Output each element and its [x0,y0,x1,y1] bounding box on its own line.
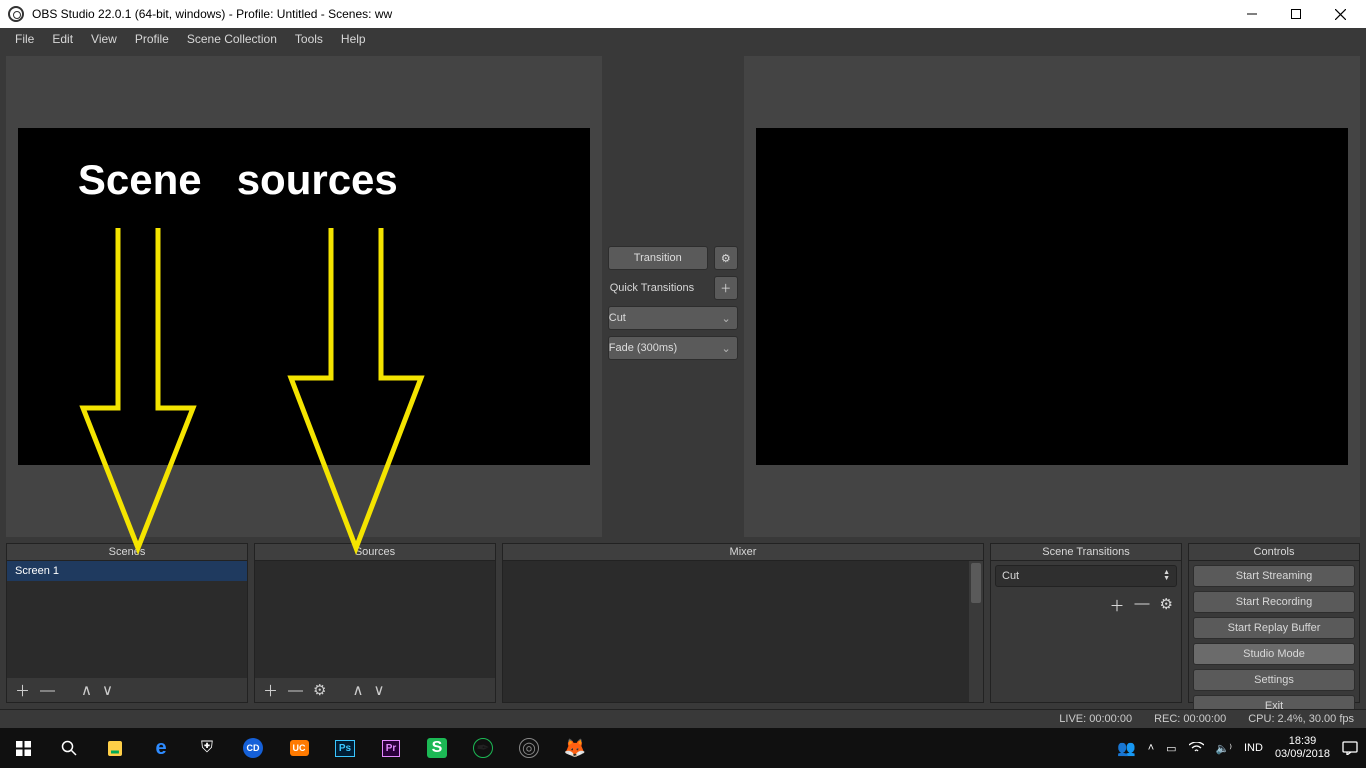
dock-scenes-title: Scenes [7,544,247,561]
sources-list[interactable] [255,561,495,678]
transition-props-button[interactable]: ⚙ [1160,595,1173,616]
scenes-toolbar: ＋ — ∧ ∨ [7,678,247,702]
scenes-list[interactable]: Screen 1 [7,561,247,678]
app-body: Scene sources Transition [0,50,1366,728]
dock-transitions-title: Scene Transitions [991,544,1181,561]
tray-people-icon[interactable]: 👥 [1117,739,1136,757]
plus-icon: ＋ [720,280,731,296]
menu-scene-collection[interactable]: Scene Collection [178,29,286,49]
taskbar-app-uc-icon[interactable]: UC [276,728,322,768]
spinner-icon: ▲▼ [1163,570,1170,582]
settings-button[interactable]: Settings [1193,669,1355,691]
obs-logo-icon [8,6,24,22]
start-recording-button[interactable]: Start Recording [1193,591,1355,613]
start-streaming-button[interactable]: Start Streaming [1193,565,1355,587]
gear-icon: ⚙ [721,252,731,265]
tray-action-center-icon[interactable] [1342,741,1358,755]
quick-transitions-label: Quick Transitions [608,282,708,294]
search-button[interactable] [46,728,92,768]
chevron-down-icon: ⌄ [722,312,731,325]
sources-toolbar: ＋ — ⚙ ∧ ∨ [255,678,495,702]
dock-scene-transitions: Scene Transitions Cut ▲▼ ＋ — ⚙ [990,543,1182,703]
maximize-button[interactable] [1274,0,1318,28]
taskbar-explorer-icon[interactable]: ▂ [92,728,138,768]
menu-file[interactable]: File [6,29,43,49]
transition-column: Transition ⚙ Quick Transitions ＋ Cut⌄ Fa… [608,56,738,537]
dock-mixer-title: Mixer [503,544,983,561]
close-button[interactable] [1318,0,1362,28]
preview-program-canvas[interactable] [756,128,1348,465]
window-titlebar: OBS Studio 22.0.1 (64-bit, windows) - Pr… [0,0,1366,28]
status-rec: REC: 00:00:00 [1154,713,1226,725]
overlay-scene-label: Scene sources [78,156,398,204]
scene-item[interactable]: Screen 1 [7,561,247,581]
start-button[interactable] [0,728,46,768]
transitions-toolbar: ＋ — ⚙ [991,591,1181,620]
preview-edit-pane[interactable]: Scene sources [6,56,602,537]
taskbar-defender-icon[interactable]: ⛨ [184,728,230,768]
dock-sources: Sources ＋ — ⚙ ∧ ∨ [254,543,496,703]
tray-wifi-icon[interactable] [1189,742,1204,754]
move-source-up-button[interactable]: ∧ [352,681,363,699]
status-cpu: CPU: 2.4%, 30.00 fps [1248,713,1354,725]
menu-profile[interactable]: Profile [126,29,178,49]
transition-settings-button[interactable]: ⚙ [714,246,738,270]
start-replay-buffer-button[interactable]: Start Replay Buffer [1193,617,1355,639]
tray-volume-icon[interactable]: 🔈⁾ [1216,742,1232,755]
dock-row: Scenes Screen 1 ＋ — ∧ ∨ Sources ＋ — ⚙ ∧ … [0,543,1366,709]
remove-source-button[interactable]: — [288,682,303,699]
window-title: OBS Studio 22.0.1 (64-bit, windows) - Pr… [32,7,1230,21]
taskbar-obs-icon[interactable]: ◎ [506,728,552,768]
windows-taskbar: ▂ e ⛨ CD UC Ps Pr S ✒ ◎ 🦊 👥 ˄ ▭ 🔈⁾ IND 1… [0,728,1366,768]
system-tray: 👥 ˄ ▭ 🔈⁾ IND 18:39 03/09/2018 [1117,735,1366,761]
minimize-button[interactable] [1230,0,1274,28]
preview-program-pane[interactable] [744,56,1360,537]
move-scene-up-button[interactable]: ∧ [81,681,92,699]
add-transition-button[interactable]: ＋ [1110,595,1125,616]
add-scene-button[interactable]: ＋ [15,680,30,701]
dock-controls-title: Controls [1189,544,1359,561]
menu-help[interactable]: Help [332,29,375,49]
studio-mode-button[interactable]: Studio Mode [1193,643,1355,665]
taskbar-app-s-icon[interactable]: S [414,728,460,768]
menu-bar: File Edit View Profile Scene Collection … [0,28,1366,50]
remove-scene-button[interactable]: — [40,682,55,699]
add-source-button[interactable]: ＋ [263,680,278,701]
taskbar-premiere-icon[interactable]: Pr [368,728,414,768]
mixer-body[interactable] [503,561,983,702]
status-live: LIVE: 00:00:00 [1059,713,1132,725]
taskbar-app-brush-icon[interactable]: ✒ [460,728,506,768]
source-properties-button[interactable]: ⚙ [313,681,326,699]
menu-edit[interactable]: Edit [43,29,82,49]
move-scene-down-button[interactable]: ∨ [102,681,113,699]
tray-battery-icon[interactable]: ▭ [1166,742,1176,755]
dock-scenes: Scenes Screen 1 ＋ — ∧ ∨ [6,543,248,703]
menu-view[interactable]: View [82,29,126,49]
status-bar: LIVE: 00:00:00 REC: 00:00:00 CPU: 2.4%, … [0,709,1366,728]
transition-select[interactable]: Cut ▲▼ [995,565,1177,587]
add-quick-transition-button[interactable]: ＋ [714,276,738,300]
tray-clock[interactable]: 18:39 03/09/2018 [1275,735,1330,761]
tray-language[interactable]: IND [1244,742,1263,754]
dock-mixer: Mixer [502,543,984,703]
preview-edit-canvas[interactable]: Scene sources [18,128,590,465]
remove-transition-button[interactable]: — [1135,595,1150,616]
move-source-down-button[interactable]: ∨ [373,681,384,699]
transition-button[interactable]: Transition [608,246,708,270]
quick-transition-fade[interactable]: Fade (300ms)⌄ [608,336,738,360]
taskbar-edge-icon[interactable]: e [138,728,184,768]
menu-tools[interactable]: Tools [286,29,332,49]
taskbar-app-cd-icon[interactable]: CD [230,728,276,768]
taskbar-firefox-icon[interactable]: 🦊 [552,728,598,768]
dock-sources-title: Sources [255,544,495,561]
dock-controls: Controls Start Streaming Start Recording… [1188,543,1360,703]
preview-row: Scene sources Transition [0,50,1366,543]
quick-transition-cut[interactable]: Cut⌄ [608,306,738,330]
tray-overflow-icon[interactable]: ˄ [1148,742,1154,754]
mixer-scrollbar[interactable] [969,561,983,702]
chevron-down-icon: ⌄ [722,342,731,355]
taskbar-photoshop-icon[interactable]: Ps [322,728,368,768]
